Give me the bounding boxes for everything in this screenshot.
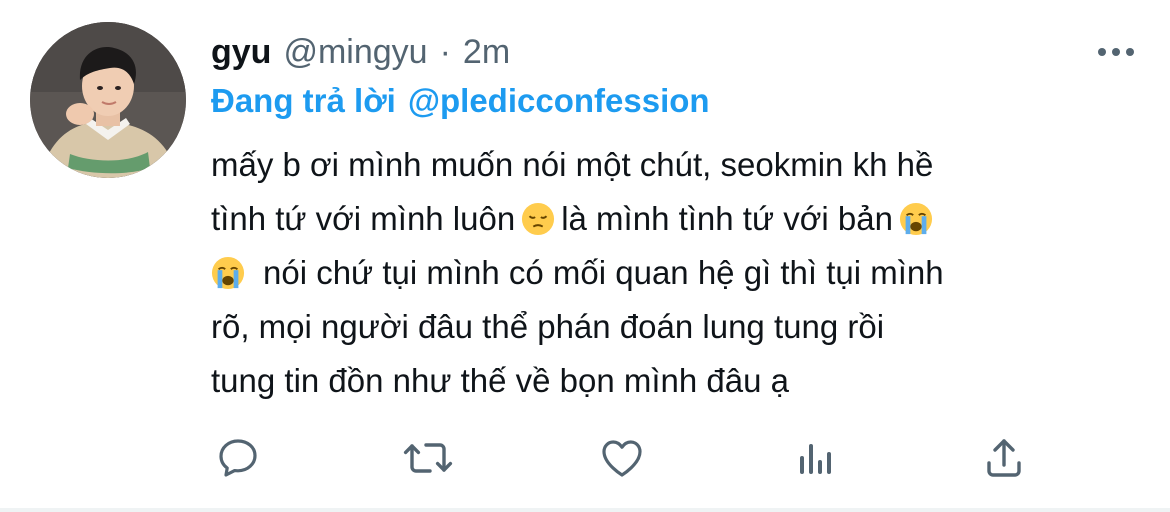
tweet-text-line: tung tin đồn như thế về bọn mình đâu ạ [211,354,1131,408]
share-icon [987,439,1021,477]
tweet-timestamp[interactable]: 2m [463,33,510,72]
tweet-text-line: mấy b ơi mình muốn nói một chút, seokmin… [211,138,1131,192]
speech-bubble-icon [219,439,257,477]
analytics-button[interactable] [788,432,840,484]
tweet-header: gyu @mingyu · 2m [211,28,510,76]
tweet-text-line: rõ, mọi người đâu thể phán đoán lung tun… [211,300,1131,354]
author-display-name[interactable]: gyu [211,33,271,72]
heart-icon [602,440,642,477]
retweet-button[interactable] [402,432,454,484]
loudly-crying-face-emoji-icon [211,256,245,290]
author-handle[interactable]: @mingyu [283,33,427,72]
tweet-text-segment: là mình tình tứ với bản [561,200,893,237]
tweet-text-line: tình tứ với mình luôn là mình tình tứ vớ… [211,192,1131,246]
tweet-divider [0,508,1170,512]
more-dots-icon [1098,48,1134,56]
tweet-text: mấy b ơi mình muốn nói một chút, seokmin… [211,138,1131,408]
replying-to-handle[interactable]: @pledicconfession [408,82,710,120]
tweet-text-segment: tình tứ với mình luôn [211,200,516,237]
like-button[interactable] [596,432,648,484]
reply-button[interactable] [212,432,264,484]
replying-to-label: Đang trả lời [211,82,396,119]
tweet-text-segment: rõ, mọi người đâu thể phán đoán lung tun… [211,308,885,345]
loudly-crying-face-emoji-icon [899,202,932,236]
tweet-card[interactable]: gyu @mingyu · 2m Đang trả lời @plediccon… [0,0,1170,512]
retweet-icon [403,443,453,473]
separator-dot: · [439,32,451,71]
tweet-text-segment: tung tin đồn như thế về bọn mình đâu ạ [211,362,790,399]
tweet-text-segment: mấy b ơi mình muốn nói một chút, seokmin… [211,146,934,183]
replying-to: Đang trả lời @pledicconfession [211,78,710,124]
pensive-face-emoji-icon [522,202,555,236]
tweet-text-line: nói chứ tụi mình có mối quan hệ gì thì t… [211,246,1131,300]
avatar-photo [30,22,186,178]
tweet-actions [208,432,1048,484]
tweet-text-segment: nói chứ tụi mình có mối quan hệ gì thì t… [263,254,944,291]
share-button[interactable] [978,432,1030,484]
avatar[interactable] [30,22,186,178]
bar-chart-icon [800,444,831,474]
more-options-button[interactable] [1094,38,1138,66]
